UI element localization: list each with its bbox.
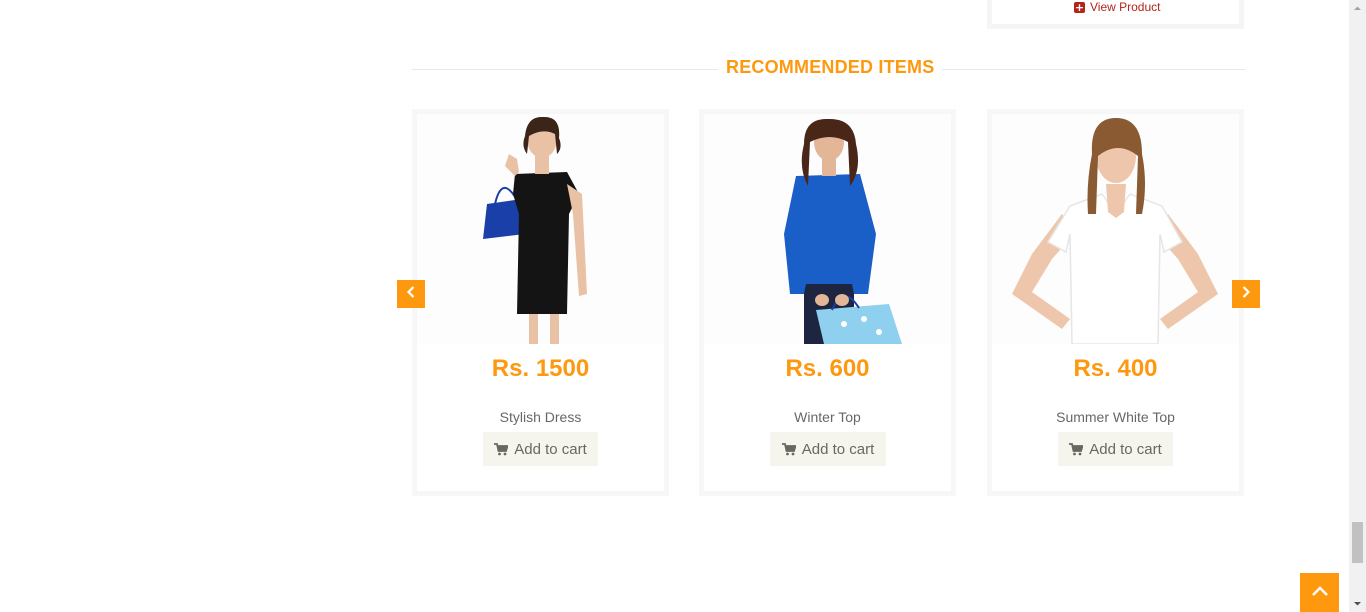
add-to-cart-label: Add to cart (801, 440, 875, 458)
shopping-cart-icon (494, 442, 509, 456)
view-product-link[interactable]: + View Product (1074, 0, 1160, 14)
add-to-cart-label: Add to cart (514, 440, 587, 458)
previous-product-card: + View Product (987, 0, 1244, 29)
shopping-cart-icon (781, 442, 796, 456)
vertical-scrollbar[interactable] (1349, 0, 1366, 612)
product-image (417, 114, 664, 344)
chevron-right-icon (1241, 285, 1251, 303)
carousel-next-button[interactable] (1232, 280, 1260, 308)
add-to-cart-button[interactable]: Add to cart (483, 432, 598, 466)
scroll-up-arrow-icon[interactable] (1349, 0, 1366, 17)
view-product-label: View Product (1090, 0, 1161, 14)
product-name: Winter Top (794, 409, 861, 425)
product-image (704, 114, 951, 344)
product-price: Rs. 1500 (491, 355, 590, 382)
add-to-cart-button[interactable]: Add to cart (1058, 432, 1173, 466)
plus-square-icon: + (1074, 0, 1085, 14)
product-name: Stylish Dress (499, 409, 582, 425)
scrollbar-thumb[interactable] (1352, 522, 1363, 563)
product-price: Rs. 400 (1073, 355, 1158, 382)
add-to-cart-button[interactable]: Add to cart (770, 432, 886, 466)
section-title: RECOMMENDED ITEMS (718, 57, 943, 78)
add-to-cart-label: Add to cart (1089, 440, 1162, 458)
chevron-left-icon (406, 285, 416, 303)
scroll-down-arrow-icon[interactable] (1349, 595, 1366, 612)
product-card: Rs. 400 Summer White Top Add to cart (987, 109, 1244, 496)
shopping-cart-icon (1069, 442, 1084, 456)
product-price: Rs. 600 (785, 355, 870, 382)
product-card: Rs. 1500 Stylish Dress Add to cart (412, 109, 669, 496)
product-card: Rs. 600 Winter Top Add to cart (699, 109, 956, 496)
carousel-prev-button[interactable] (397, 280, 425, 308)
product-name: Summer White Top (1056, 409, 1175, 425)
product-image (992, 114, 1239, 344)
chevron-up-icon (1311, 584, 1329, 602)
scroll-to-top-button[interactable] (1300, 573, 1339, 612)
